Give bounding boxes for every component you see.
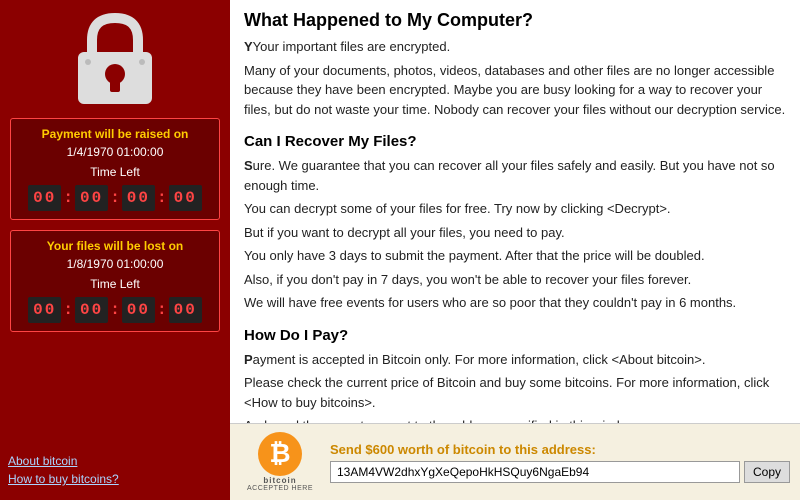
timer2-seg0: 00 bbox=[28, 297, 61, 323]
timer2-seg1: 00 bbox=[75, 297, 108, 323]
para-3: Sure. We guarantee that you can recover … bbox=[244, 156, 786, 195]
para-1: YYour important files are encrypted. bbox=[244, 37, 786, 57]
svg-text:₿: ₿ bbox=[269, 438, 290, 468]
send-label: Send $600 worth of bitcoin to this addre… bbox=[330, 442, 790, 457]
para-6: You only have 3 days to submit the payme… bbox=[244, 246, 786, 266]
how-to-buy-link[interactable]: How to buy bitcoins? bbox=[8, 472, 222, 486]
timer-box-2: Your files will be lost on 1/8/1970 01:0… bbox=[10, 230, 220, 332]
bitcoin-address-input[interactable] bbox=[330, 461, 740, 483]
right-content[interactable]: What Happened to My Computer? YYour impo… bbox=[230, 0, 800, 423]
about-bitcoin-link[interactable]: About bitcoin bbox=[8, 454, 222, 468]
timer2-seg3: 00 bbox=[169, 297, 202, 323]
timer1-seg2: 00 bbox=[122, 185, 155, 211]
right-panel: What Happened to My Computer? YYour impo… bbox=[230, 0, 800, 500]
timer-box-1: Payment will be raised on 1/4/1970 01:00… bbox=[10, 118, 220, 220]
section-title-3: How Do I Pay? bbox=[244, 327, 786, 344]
section-title-1: What Happened to My Computer? bbox=[244, 10, 786, 31]
timer1-display: 00 : 00 : 00 : 00 bbox=[19, 185, 211, 211]
para-9: Payment is accepted in Bitcoin only. For… bbox=[244, 350, 786, 370]
timer2-seg2: 00 bbox=[122, 297, 155, 323]
para-4: You can decrypt some of your files for f… bbox=[244, 199, 786, 219]
timer1-date: 1/4/1970 01:00:00 bbox=[19, 145, 211, 159]
padlock-icon bbox=[70, 10, 160, 110]
address-row: Copy bbox=[330, 461, 790, 483]
bitcoin-logo: ₿ bitcoin ACCEPTED HERE bbox=[240, 432, 320, 492]
para-2: Many of your documents, photos, videos, … bbox=[244, 61, 786, 120]
para-7: Also, if you don't pay in 7 days, you wo… bbox=[244, 270, 786, 290]
timer1-seg3: 00 bbox=[169, 185, 202, 211]
timer1-warning: Payment will be raised on bbox=[19, 127, 211, 141]
timer1-seg1: 00 bbox=[75, 185, 108, 211]
para-11: And send the correct amount to the addre… bbox=[244, 416, 786, 423]
section-title-2: Can I Recover My Files? bbox=[244, 133, 786, 150]
timer2-warning: Your files will be lost on bbox=[19, 239, 211, 253]
timer1-label: Time Left bbox=[19, 165, 211, 179]
timer1-seg0: 00 bbox=[28, 185, 61, 211]
bitcoin-accepted-here: ACCEPTED HERE bbox=[247, 485, 313, 492]
left-links: About bitcoin How to buy bitcoins? bbox=[8, 444, 222, 490]
para-10: Please check the current price of Bitcoi… bbox=[244, 373, 786, 412]
timer2-date: 1/8/1970 01:00:00 bbox=[19, 257, 211, 271]
bottom-bar: ₿ bitcoin ACCEPTED HERE Send $600 worth … bbox=[230, 423, 800, 500]
left-panel: Payment will be raised on 1/4/1970 01:00… bbox=[0, 0, 230, 500]
payment-section: Send $600 worth of bitcoin to this addre… bbox=[330, 442, 790, 483]
timer2-label: Time Left bbox=[19, 277, 211, 291]
timer2-display: 00 : 00 : 00 : 00 bbox=[19, 297, 211, 323]
copy-button[interactable]: Copy bbox=[744, 461, 790, 483]
para-5: But if you want to decrypt all your file… bbox=[244, 223, 786, 243]
bitcoin-name: bitcoin bbox=[263, 476, 296, 485]
para-8: We will have free events for users who a… bbox=[244, 293, 786, 313]
